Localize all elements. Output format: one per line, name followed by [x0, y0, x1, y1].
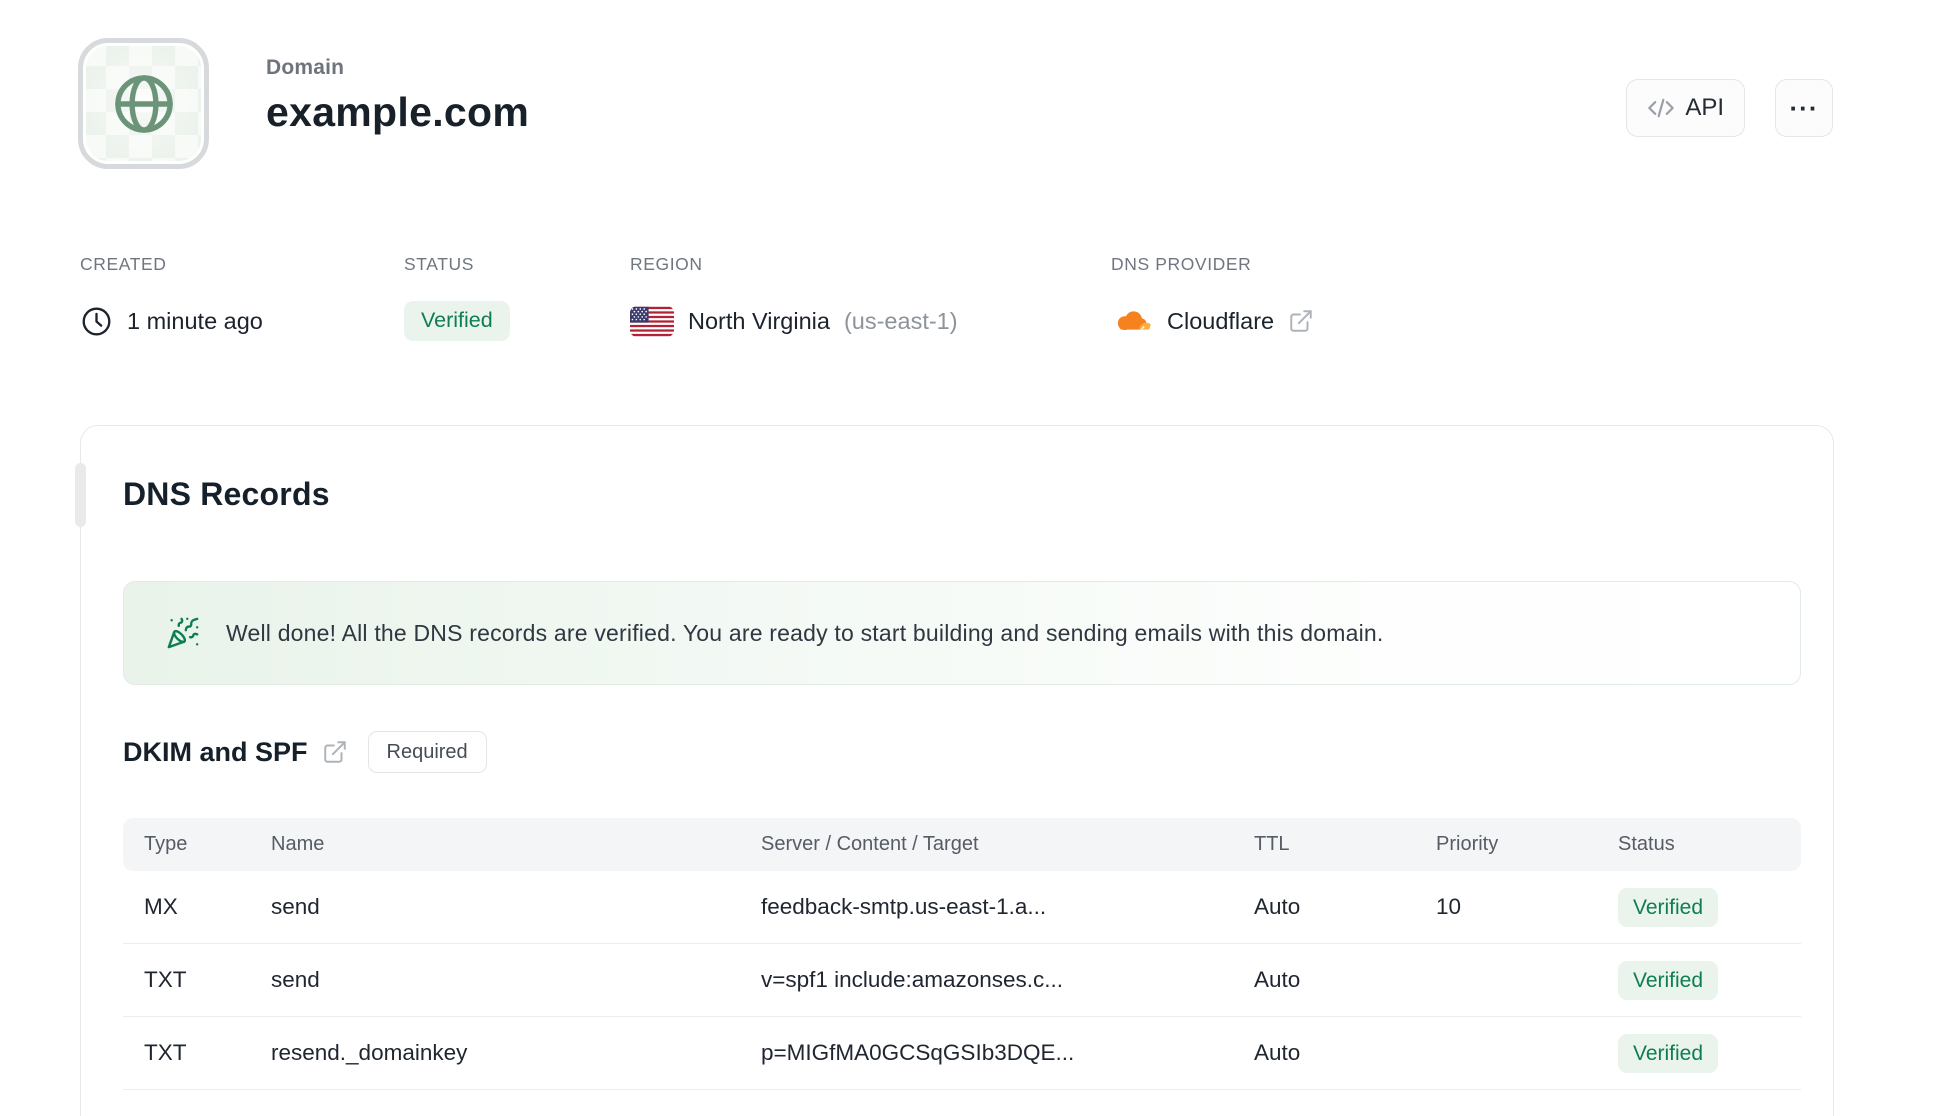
more-options-button[interactable]: ··· [1775, 79, 1833, 137]
dns-records-title: DNS Records [123, 476, 330, 512]
party-popper-icon [166, 616, 200, 650]
meta-region: REGION North Virginia (us-east-1) [630, 254, 958, 343]
col-header-type: Type [144, 833, 188, 855]
table-header-row: Type Name Server / Content / Target TTL … [123, 818, 1801, 871]
table-row[interactable]: TXT resend._domainkey p=MIGfMA0GCSqGSIb3… [123, 1017, 1801, 1090]
col-header-ttl: TTL [1254, 833, 1290, 855]
us-flag-icon [630, 306, 674, 337]
cloudflare-icon [1111, 309, 1153, 334]
external-link-icon[interactable] [322, 739, 348, 765]
col-header-priority: Priority [1436, 833, 1499, 855]
domain-detail-page: Domain example.com API ··· CREATED 1 min… [0, 0, 1944, 1116]
meta-status: STATUS Verified [404, 254, 510, 343]
cell-name: resend._domainkey [271, 1040, 468, 1065]
cell-priority: 10 [1436, 894, 1462, 919]
cell-value: feedback-smtp.us-east-1.a... [761, 894, 1047, 919]
cell-status: Verified [1618, 960, 1801, 1000]
domain-avatar [78, 38, 209, 169]
cell-status: Verified [1618, 1033, 1801, 1073]
row-status-badge: Verified [1618, 1033, 1719, 1073]
cell-type: MX [144, 894, 178, 919]
row-status-badge: Verified [1618, 887, 1719, 927]
required-badge: Required [367, 731, 487, 773]
success-banner: Well done! All the DNS records are verif… [123, 581, 1801, 685]
cell-value: v=spf1 include:amazonses.c... [761, 967, 1064, 992]
cell-value: p=MIGfMA0GCSqGSIb3DQE... [761, 1040, 1075, 1065]
meta-dns-provider: DNS PROVIDER Cloudflare [1111, 254, 1314, 343]
dkim-spf-title-text: DKIM and SPF [123, 736, 308, 767]
external-link-icon[interactable] [1288, 308, 1314, 334]
created-label: CREATED [80, 254, 167, 274]
region-label: REGION [630, 254, 703, 274]
title-block: Domain example.com [266, 56, 529, 136]
page-title: example.com [266, 89, 530, 135]
dns-provider-value: Cloudflare [1167, 307, 1275, 334]
card-grip-handle [75, 463, 86, 527]
dns-provider-label: DNS PROVIDER [1111, 254, 1252, 274]
header-actions: API ··· [1626, 79, 1833, 137]
table-row[interactable]: TXT send v=spf1 include:amazonses.c... A… [123, 944, 1801, 1017]
col-header-name: Name [271, 833, 325, 855]
entity-type-label: Domain [266, 56, 345, 79]
dkim-spf-title: DKIM and SPF [123, 737, 348, 768]
cell-name: send [271, 967, 320, 992]
globe-icon [110, 70, 178, 138]
cell-ttl: Auto [1254, 1040, 1301, 1065]
region-code: (us-east-1) [843, 307, 958, 334]
dns-records-card: DNS Records Well done! All the DNS recor… [75, 425, 1834, 1116]
col-header-status: Status [1618, 833, 1675, 855]
table-row[interactable]: MX send feedback-smtp.us-east-1.a... Aut… [123, 871, 1801, 944]
col-header-value: Server / Content / Target [761, 833, 979, 855]
api-button[interactable]: API [1626, 79, 1745, 137]
ellipsis-icon: ··· [1789, 92, 1819, 123]
cell-ttl: Auto [1254, 967, 1301, 992]
dkim-spf-section-header: DKIM and SPF Required [123, 731, 487, 773]
success-banner-message: Well done! All the DNS records are verif… [226, 619, 1384, 646]
code-icon [1647, 94, 1675, 122]
row-status-badge: Verified [1618, 960, 1719, 1000]
region-value: North Virginia [688, 307, 830, 334]
api-button-label: API [1685, 94, 1724, 121]
cell-type: TXT [144, 967, 187, 992]
cell-ttl: Auto [1254, 894, 1301, 919]
status-badge: Verified [404, 301, 510, 341]
clock-icon [80, 305, 113, 338]
cell-name: send [271, 894, 320, 919]
dns-records-table: Type Name Server / Content / Target TTL … [123, 818, 1801, 1090]
cell-type: TXT [144, 1040, 187, 1065]
cell-status: Verified [1618, 887, 1801, 927]
created-value: 1 minute ago [127, 307, 263, 334]
status-label: STATUS [404, 254, 475, 274]
meta-created: CREATED 1 minute ago [80, 254, 263, 343]
